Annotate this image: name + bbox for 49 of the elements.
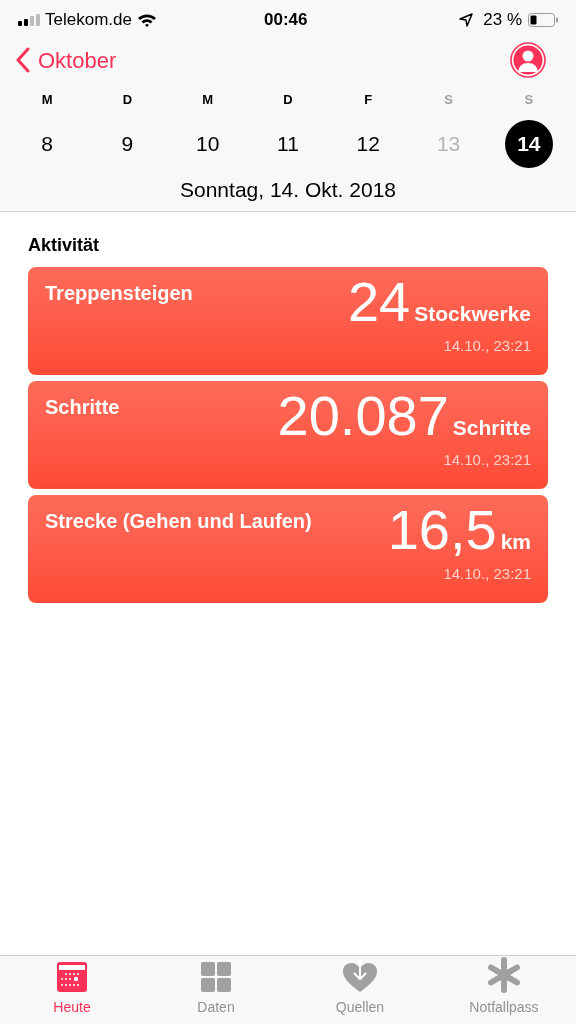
activity-card[interactable]: Treppensteigen 24 Stockwerke 14.10., 23:21 — [28, 267, 548, 375]
section-title: Aktivität — [28, 234, 100, 257]
day-button[interactable]: 11 — [264, 120, 312, 168]
activity-card[interactable]: Schritte 20.087 Schritte 14.10., 23:21 — [28, 381, 548, 489]
metric-unit: km — [500, 529, 531, 555]
card-title: Strecke (Gehen und Laufen) — [45, 509, 312, 534]
weekday-label: D — [122, 91, 133, 109]
weekday-label: F — [364, 91, 373, 109]
metric-value: 16,5 — [387, 499, 497, 561]
day-button[interactable]: 10 — [183, 120, 232, 168]
day-button[interactable]: 13 — [424, 120, 473, 168]
day-button[interactable]: 9 — [103, 120, 152, 168]
clock-time: 00:46 — [264, 9, 308, 32]
timestamp: 14.10., 23:21 — [443, 450, 531, 470]
metric-value: 20.087 — [277, 385, 449, 447]
metric-value: 24 — [347, 271, 411, 333]
battery-icon — [528, 13, 558, 27]
calendar-icon — [56, 961, 88, 993]
grid-icon — [200, 961, 232, 993]
carrier-name: Telekom.de — [45, 9, 132, 32]
asterisk-icon — [487, 957, 521, 993]
tab-bar-item[interactable]: Heute — [0, 956, 144, 1024]
timestamp: 14.10., 23:21 — [443, 336, 531, 356]
tab-bar-item[interactable]: Notfallpass — [432, 956, 576, 1024]
profile-icon[interactable] — [510, 42, 546, 78]
card-title: Schritte — [45, 395, 120, 420]
timestamp: 14.10., 23:21 — [443, 564, 531, 584]
heart-download-icon — [342, 959, 378, 993]
card-title: Treppensteigen — [45, 281, 193, 306]
wifi-icon — [136, 12, 157, 28]
day-button[interactable]: 12 — [344, 120, 393, 168]
signal-icon — [18, 14, 40, 26]
tab-bar-item[interactable]: Daten — [144, 956, 288, 1024]
metric-unit: Stockwerke — [414, 301, 531, 327]
day-button[interactable]: 8 — [23, 120, 72, 168]
activity-card[interactable]: Strecke (Gehen und Laufen) 16,5 km 14.10., 23:21 — [28, 495, 548, 603]
tab-bar-item[interactable]: Quellen — [288, 956, 432, 1024]
weekday-label: S — [444, 91, 453, 109]
back-button[interactable]: Oktober — [16, 43, 117, 77]
weekday-label: M — [41, 91, 53, 109]
metric-unit: Schritte — [452, 415, 531, 441]
weekday-label: S — [524, 91, 534, 109]
day-button[interactable]: 14 — [504, 120, 553, 168]
weekday-label: M — [202, 91, 214, 109]
selected-date: Sonntag, 14. Okt. 2018 — [179, 177, 397, 203]
battery-percent: 23 % — [483, 9, 522, 32]
location-arrow-icon — [459, 13, 474, 27]
weekday-label: D — [283, 91, 293, 109]
chevron-left-icon — [16, 47, 30, 73]
